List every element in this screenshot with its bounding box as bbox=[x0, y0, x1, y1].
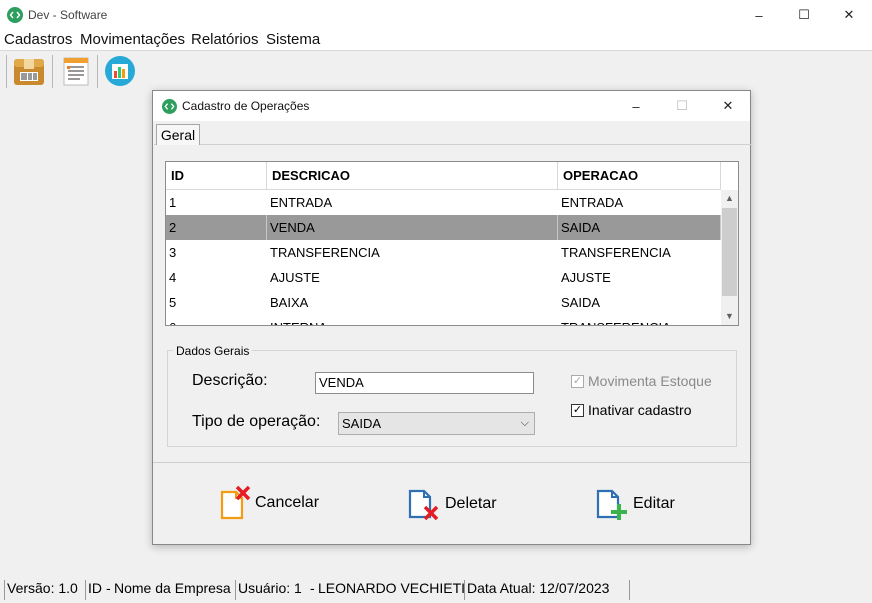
cell-id: 3 bbox=[169, 245, 177, 260]
table-row[interactable]: 1 ENTRADA ENTRADA bbox=[166, 190, 721, 215]
dialog-close-button[interactable]: ✕ bbox=[705, 91, 751, 121]
column-header-descricao[interactable]: DESCRICAO bbox=[267, 162, 558, 190]
cell-operacao: TRANSFERENCIA bbox=[561, 245, 671, 260]
status-versao: Versão: 1.0 bbox=[4, 580, 78, 600]
report-list-icon[interactable] bbox=[60, 55, 92, 87]
cancel-document-icon bbox=[220, 485, 251, 520]
chevron-down-icon: ⌵ bbox=[520, 417, 529, 429]
toolbar-separator bbox=[97, 55, 98, 88]
menu-movimentacoes[interactable]: Movimentações bbox=[80, 31, 185, 48]
movimenta-estoque-label: Movimenta Estoque bbox=[588, 373, 712, 389]
cell-operacao: SAIDA bbox=[558, 215, 721, 240]
deletar-label: Deletar bbox=[445, 495, 497, 512]
editar-button[interactable]: Editar bbox=[595, 484, 675, 524]
descricao-input[interactable]: VENDA bbox=[315, 372, 534, 394]
deletar-button[interactable]: Deletar bbox=[407, 484, 497, 524]
tipo-operacao-label: Tipo de operação: bbox=[192, 413, 321, 430]
tab-geral[interactable]: Geral bbox=[156, 124, 200, 145]
status-usuario: Usuário: 1 bbox=[235, 580, 302, 600]
minimize-button[interactable]: – bbox=[736, 0, 782, 30]
cancelar-button[interactable]: Cancelar bbox=[217, 483, 319, 523]
operations-grid[interactable]: ID DESCRICAO OPERACAO 1 ENTRADA ENTRADA … bbox=[165, 161, 739, 326]
chart-icon[interactable] bbox=[104, 55, 136, 87]
menu-sistema[interactable]: Sistema bbox=[266, 31, 320, 48]
cell-id: 1 bbox=[169, 195, 177, 210]
status-separator bbox=[629, 580, 631, 600]
tipo-operacao-value: SAIDA bbox=[342, 416, 382, 431]
cell-descricao: BAIXA bbox=[270, 295, 309, 310]
column-header-operacao[interactable]: OPERACAO bbox=[558, 162, 721, 190]
descricao-label: Descrição: bbox=[192, 372, 268, 389]
scroll-up-icon[interactable]: ▲ bbox=[721, 190, 738, 207]
editar-label: Editar bbox=[633, 495, 675, 512]
table-row[interactable]: 3 TRANSFERENCIA TRANSFERENCIA bbox=[166, 240, 721, 265]
window-title: Dev - Software bbox=[28, 8, 108, 22]
edit-document-icon bbox=[596, 489, 627, 520]
cell-descricao: TRANSFERENCIA bbox=[270, 245, 380, 260]
cell-operacao: TRANSFERENCIA bbox=[558, 315, 721, 325]
toolbar-separator bbox=[52, 55, 53, 88]
divider bbox=[153, 462, 750, 463]
table-row[interactable]: 4 AJUSTE AJUSTE bbox=[166, 265, 721, 290]
cell-id: 6 bbox=[166, 315, 267, 325]
dialog-maximize-button: ☐ bbox=[676, 98, 688, 113]
maximize-button[interactable]: ☐ bbox=[781, 0, 827, 30]
products-icon[interactable] bbox=[13, 55, 45, 87]
operations-dialog: Cadastro de Operações – ☐ ✕ Geral ID DES… bbox=[152, 90, 751, 545]
table-row-selected[interactable]: 2 VENDA SAIDA bbox=[166, 215, 721, 240]
cell-id: 5 bbox=[169, 295, 177, 310]
group-title: Dados Gerais bbox=[173, 344, 253, 358]
grid-vertical-scrollbar[interactable]: ▲ ▼ bbox=[721, 190, 738, 325]
status-empresa: Nome da Empresa bbox=[114, 580, 231, 596]
cell-operacao: SAIDA bbox=[561, 295, 601, 310]
dialog-title-bar: Cadastro de Operações – ☐ ✕ bbox=[153, 91, 750, 121]
dialog-title: Cadastro de Operações bbox=[182, 99, 310, 113]
menu-cadastros[interactable]: Cadastros bbox=[4, 31, 72, 48]
table-row[interactable]: 6 INTERNA TRANSFERENCIA bbox=[166, 315, 721, 325]
scroll-thumb[interactable] bbox=[722, 208, 737, 296]
cell-descricao: INTERNA bbox=[267, 315, 558, 325]
cell-descricao: AJUSTE bbox=[270, 270, 320, 285]
toolbar-separator bbox=[6, 55, 7, 88]
inativar-cadastro-checkbox[interactable]: ✓ bbox=[571, 404, 584, 417]
close-button[interactable]: ✕ bbox=[826, 0, 872, 30]
cancelar-label: Cancelar bbox=[255, 494, 320, 511]
cell-descricao: ENTRADA bbox=[270, 195, 333, 210]
status-dash: - bbox=[310, 580, 315, 596]
cell-descricao: VENDA bbox=[267, 215, 558, 240]
dialog-code-icon bbox=[162, 99, 177, 114]
inativar-cadastro-label: Inativar cadastro bbox=[588, 402, 692, 418]
column-header-id[interactable]: ID bbox=[166, 162, 267, 190]
cell-operacao: AJUSTE bbox=[561, 270, 611, 285]
menu-relatorios[interactable]: Relatórios bbox=[191, 31, 259, 48]
cell-operacao: ENTRADA bbox=[561, 195, 624, 210]
status-usuario-nome: LEONARDO VECHIETI bbox=[318, 580, 466, 596]
status-dash: - bbox=[106, 580, 111, 596]
status-data: Data Atual: 12/07/2023 bbox=[464, 580, 609, 600]
tipo-operacao-select[interactable]: SAIDA ⌵ bbox=[338, 412, 535, 435]
cell-id: 4 bbox=[169, 270, 177, 285]
movimenta-estoque-checkbox: ✓ bbox=[571, 375, 584, 388]
cell-id: 2 bbox=[166, 215, 267, 240]
delete-document-icon bbox=[408, 489, 439, 521]
table-row[interactable]: 5 BAIXA SAIDA bbox=[166, 290, 721, 315]
dialog-minimize-button[interactable]: – bbox=[613, 91, 659, 121]
scroll-down-icon[interactable]: ▼ bbox=[721, 308, 738, 325]
app-code-icon bbox=[7, 7, 23, 23]
status-id: ID bbox=[85, 580, 102, 600]
